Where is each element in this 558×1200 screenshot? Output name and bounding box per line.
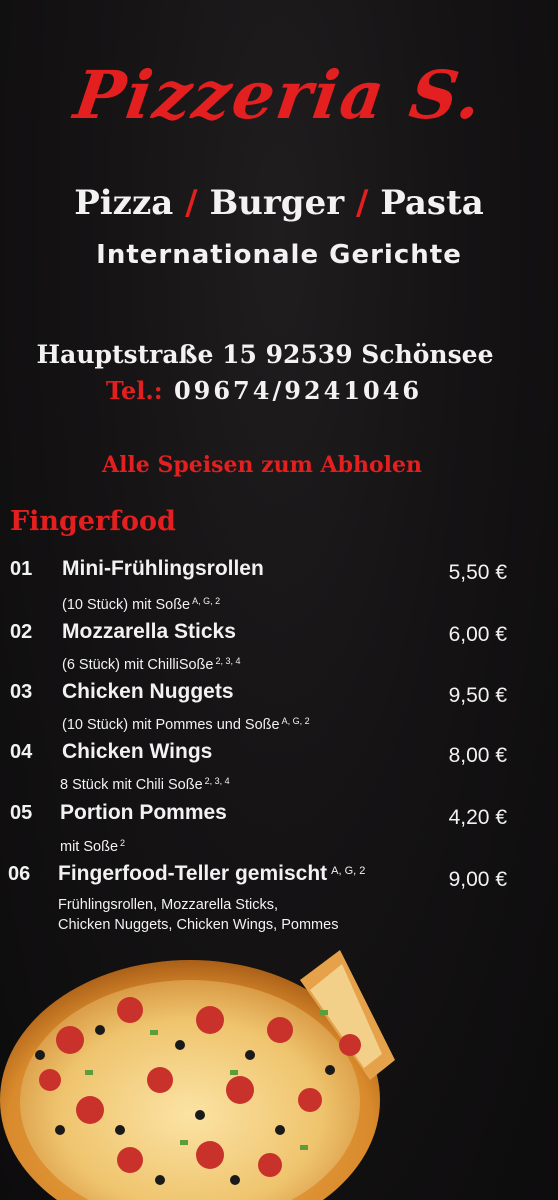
item-number: 05 <box>10 802 33 824</box>
section-title: Fingerfood <box>10 506 176 537</box>
pizza-photo <box>0 950 395 1200</box>
item-price: 4,20 € <box>448 806 507 829</box>
allergen-codes: A, G, 2 <box>331 865 366 877</box>
item-number: 04 <box>10 741 33 763</box>
item-description: (6 Stück) mit ChilliSoße 2, 3, 4 <box>62 656 241 673</box>
item-number: 03 <box>10 681 33 703</box>
item-description: (10 Stück) mit Soße A, G, 2 <box>62 596 221 613</box>
item-description: 8 Stück mit Chili Soße 2, 3, 4 <box>60 776 230 793</box>
item-name: Mozzarella Sticks <box>62 620 236 643</box>
item-price: 8,00 € <box>448 744 507 767</box>
item-name: Chicken Nuggets <box>62 680 234 703</box>
phone: Tel.: 09674/9241046 <box>0 376 528 405</box>
address: Hauptstraße 15 92539 Schönsee <box>36 340 494 369</box>
item-price: 9,00 € <box>448 868 507 891</box>
item-price: 6,00 € <box>448 623 507 646</box>
item-description: (10 Stück) mit Pommes und Soße A, G, 2 <box>62 716 310 733</box>
subtitle-burger: Burger <box>209 183 345 223</box>
item-name: Portion Pommes <box>60 801 227 824</box>
subtitle: Pizza / Burger / Pasta <box>0 183 558 223</box>
pickup-note: Alle Speisen zum Abholen <box>102 452 422 478</box>
item-number: 06 <box>8 863 31 885</box>
item-name: Fingerfood-Teller gemischt A, G, 2 <box>58 862 366 885</box>
subtitle-pizza: Pizza <box>74 183 174 223</box>
allergen-codes: A, G, 2 <box>281 716 310 726</box>
item-name: Mini-Frühlingsrollen <box>62 557 264 580</box>
allergen-codes: 2, 3, 4 <box>215 656 241 666</box>
allergen-codes: 2 <box>120 838 126 848</box>
subtitle-pasta: Pasta <box>380 183 484 223</box>
item-name: Chicken Wings <box>62 740 213 763</box>
subtitle-separator: / <box>355 183 369 223</box>
logo-title: Pizzeria S. <box>69 56 489 134</box>
item-description: Chicken Nuggets, Chicken Wings, Pommes <box>58 917 339 933</box>
item-description: mit Soße 2 <box>60 838 126 855</box>
item-number: 02 <box>10 621 33 643</box>
allergen-codes: A, G, 2 <box>192 596 221 606</box>
item-description: Frühlingsrollen, Mozzarella Sticks, <box>58 897 278 913</box>
subtitle-separator: / <box>185 183 198 223</box>
menu-page: Pizzeria S. Pizza / Burger / Pasta Inter… <box>0 0 558 1200</box>
phone-number: 09674/9241046 <box>173 376 423 405</box>
item-price: 5,50 € <box>448 561 507 584</box>
item-price: 9,50 € <box>448 684 507 707</box>
item-number: 01 <box>10 558 33 580</box>
phone-label: Tel.: <box>105 376 163 405</box>
tagline: Internationale Gerichte <box>96 240 462 270</box>
allergen-codes: 2, 3, 4 <box>204 776 230 786</box>
